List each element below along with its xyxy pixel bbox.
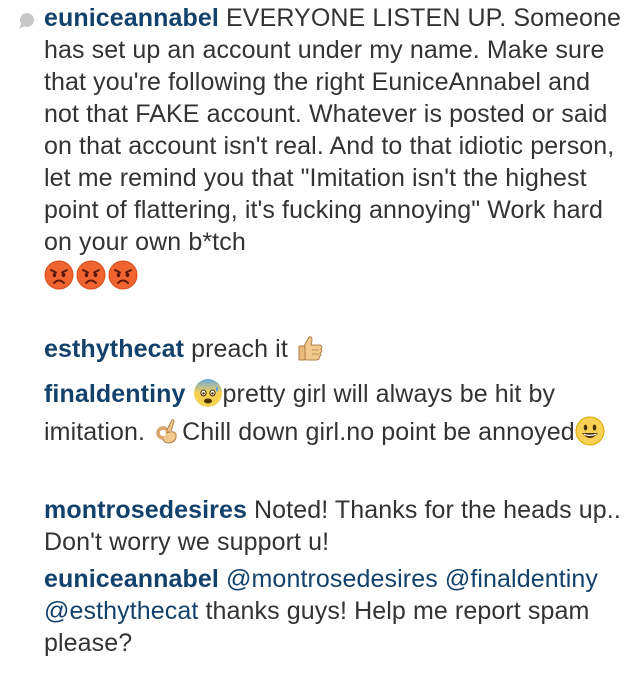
angry-face-icon: [76, 260, 106, 290]
comment-esthythecat: esthythecat preach it: [44, 333, 629, 365]
comment-montrosedesires: montrosedesires Noted! Thanks for the he…: [44, 494, 629, 558]
grinning-face-icon: [575, 416, 605, 446]
comment-username[interactable]: euniceannabel: [44, 565, 219, 593]
mention-link[interactable]: @esthythecat: [44, 597, 198, 625]
comment-feed: euniceannabel EVERYONE LISTEN UP. Someon…: [0, 0, 639, 675]
comment-text-2: Chill down girl.no point be annoyed: [182, 418, 575, 446]
comment-username[interactable]: montrosedesires: [44, 496, 247, 524]
caption-text: EVERYONE LISTEN UP. Someone has set up a…: [44, 4, 622, 256]
caption-emoji-row: [44, 260, 629, 294]
angry-face-icon: [44, 260, 74, 290]
mention-link[interactable]: @montrosedesires: [226, 565, 438, 593]
ok-hand-icon: [156, 419, 177, 444]
comment-text: preach it: [191, 335, 288, 363]
comment-username[interactable]: finaldentiny: [44, 380, 185, 408]
comment-username[interactable]: esthythecat: [44, 335, 184, 363]
comment-euniceannabel: euniceannabel @montrosedesires @finalden…: [44, 563, 629, 659]
thumbs-up-icon: [298, 336, 323, 361]
comment-bubble-icon: [19, 13, 34, 29]
comment-finaldentiny: finaldentiny pretty girl will always be …: [44, 375, 629, 451]
angry-face-icon: [108, 260, 138, 290]
mention-link[interactable]: @finaldentiny: [445, 565, 598, 593]
caption: euniceannabel EVERYONE LISTEN UP. Someon…: [44, 2, 629, 294]
fearful-face-icon: [193, 379, 222, 408]
caption-username[interactable]: euniceannabel: [44, 4, 219, 32]
